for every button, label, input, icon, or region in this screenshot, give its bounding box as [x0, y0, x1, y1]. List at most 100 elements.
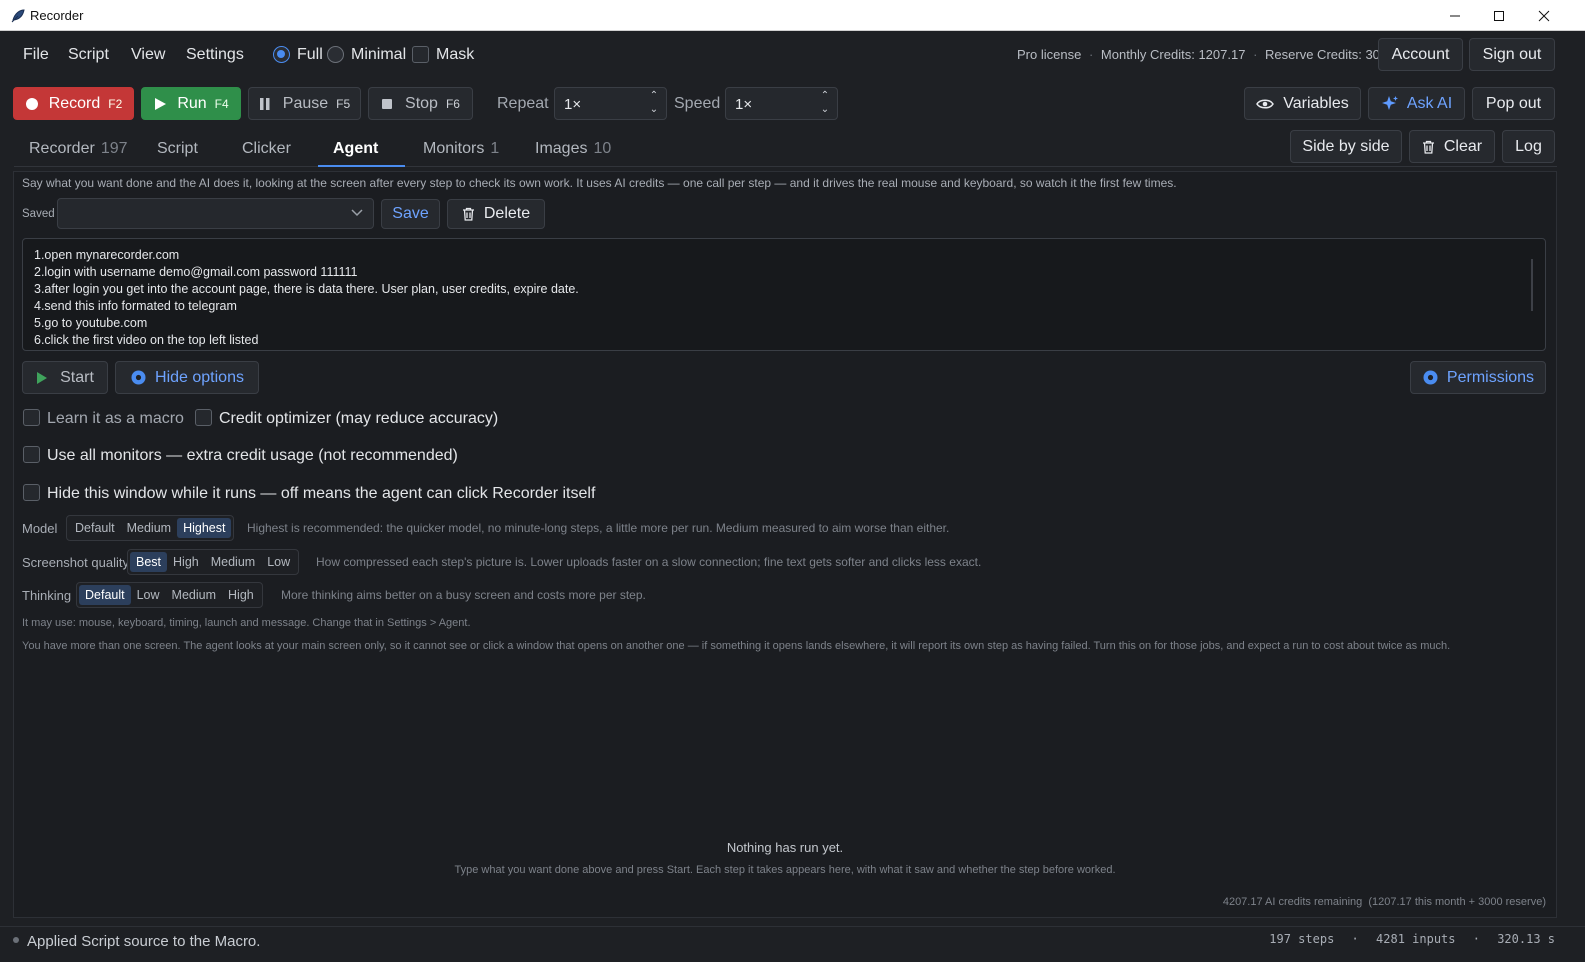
thinking-selector[interactable]: Default Low Medium High: [76, 582, 263, 608]
model-option-medium[interactable]: Medium: [121, 518, 177, 538]
permissions-button[interactable]: Permissions: [1410, 361, 1546, 394]
feather-icon: [11, 9, 25, 23]
credit-optimizer-checkbox[interactable]: [195, 409, 212, 426]
agent-prompt-textarea[interactable]: 1.open mynarecorder.com 2.login with use…: [22, 238, 1546, 351]
quality-option-medium[interactable]: Medium: [205, 552, 261, 572]
pause-shortcut: F5: [336, 96, 351, 111]
menu-settings[interactable]: Settings: [186, 46, 244, 64]
quality-option-high[interactable]: High: [167, 552, 205, 572]
mode-minimal-radio[interactable]: [327, 46, 344, 63]
mode-full-radio[interactable]: [273, 46, 290, 63]
stop-button-label: Stop: [405, 94, 438, 112]
repeat-down-arrow[interactable]: ⌄: [648, 104, 660, 115]
tab-script[interactable]: Script: [157, 140, 198, 158]
speed-spinbox[interactable]: 1× ⌃ ⌄: [725, 87, 838, 120]
minimize-button[interactable]: [1432, 0, 1478, 31]
mode-mask-checkbox[interactable]: [412, 46, 429, 63]
screenshot-quality-selector[interactable]: Best High Medium Low: [127, 549, 300, 575]
speed-up-arrow[interactable]: ⌃: [819, 90, 831, 101]
repeat-label: Repeat: [497, 95, 549, 112]
status-bar: Applied Script source to the Macro. 197 …: [0, 926, 1585, 962]
record-button[interactable]: Record F2: [13, 87, 134, 120]
sign-out-button[interactable]: Sign out: [1469, 38, 1555, 71]
quality-option-low[interactable]: Low: [261, 552, 296, 572]
prompt-line: 5.go to youtube.com: [34, 316, 148, 330]
trash-icon: [462, 207, 474, 221]
status-inputs: 4281 inputs: [1376, 932, 1456, 946]
pause-button[interactable]: Pause F5: [248, 87, 361, 120]
speed-value: 1×: [735, 96, 753, 113]
run-shortcut: F4: [214, 96, 229, 111]
prompt-line: 3.after login you get into the account p…: [34, 282, 579, 296]
mode-minimal-label[interactable]: Minimal: [351, 46, 406, 64]
delete-button[interactable]: Delete: [447, 199, 545, 229]
run-button[interactable]: Run F4: [141, 87, 241, 120]
quality-option-best[interactable]: Best: [130, 552, 168, 572]
menu-file[interactable]: File: [23, 46, 49, 64]
record-button-label: Record: [48, 94, 101, 112]
stop-button[interactable]: Stop F6: [368, 87, 473, 120]
reserve-credits: Reserve Credits: 3000: [1265, 47, 1395, 62]
repeat-spinbox[interactable]: 1× ⌃ ⌄: [554, 87, 667, 120]
record-shortcut: F2: [108, 96, 123, 111]
hide-window-label[interactable]: Hide this window while it runs — off mea…: [47, 485, 595, 503]
hide-window-checkbox[interactable]: [23, 484, 40, 501]
credits-remaining: 4207.17 AI credits remaining (1207.17 th…: [1222, 896, 1546, 908]
thinking-hint: More thinking aims better on a busy scre…: [281, 588, 646, 602]
thinking-option-default[interactable]: Default: [79, 585, 131, 605]
side-by-side-button[interactable]: Side by side: [1290, 130, 1402, 163]
prompt-line: 6.click the first video on the top left …: [34, 333, 259, 347]
stop-shortcut: F6: [445, 96, 460, 111]
thinking-option-high[interactable]: High: [222, 585, 260, 605]
close-button[interactable]: [1521, 0, 1567, 31]
tab-clicker[interactable]: Clicker: [242, 140, 291, 158]
pop-out-button-label: Pop out: [1485, 94, 1542, 112]
learn-macro-label[interactable]: Learn it as a macro: [47, 410, 184, 428]
variables-button-label: Variables: [1283, 94, 1349, 112]
mode-mask-label[interactable]: Mask: [436, 46, 474, 64]
hide-options-button[interactable]: Hide options: [115, 361, 259, 394]
tab-count: 10: [593, 140, 612, 157]
model-hint: Highest is recommended: the quicker mode…: [247, 521, 950, 535]
prompt-scrollbar[interactable]: [1531, 259, 1533, 311]
tab-images[interactable]: Images 10: [535, 140, 611, 158]
clear-button[interactable]: Clear: [1409, 130, 1495, 163]
delete-button-label: Delete: [483, 205, 531, 222]
model-selector[interactable]: Default Medium Highest: [66, 515, 235, 541]
maximize-button[interactable]: [1476, 0, 1522, 31]
account-button[interactable]: Account: [1378, 38, 1463, 71]
menu-script[interactable]: Script: [68, 46, 109, 64]
tab-agent[interactable]: Agent: [333, 140, 378, 158]
mode-full-label[interactable]: Full: [297, 46, 323, 64]
speed-down-arrow[interactable]: ⌄: [819, 104, 831, 115]
tab-monitors[interactable]: Monitors 1: [423, 140, 499, 158]
learn-macro-checkbox[interactable]: [23, 409, 40, 426]
variables-button[interactable]: Variables: [1244, 87, 1361, 120]
model-label: Model: [22, 521, 58, 536]
status-dot-icon: [13, 937, 19, 943]
model-option-default[interactable]: Default: [69, 518, 121, 538]
hide-options-label: Hide options: [155, 368, 244, 386]
all-monitors-checkbox[interactable]: [23, 446, 40, 463]
tab-recorder[interactable]: Recorder 197: [29, 140, 128, 158]
tab-count: 197: [100, 140, 128, 157]
speed-label: Speed: [674, 95, 721, 112]
repeat-up-arrow[interactable]: ⌃: [648, 90, 660, 101]
all-monitors-label[interactable]: Use all monitors — extra credit usage (n…: [47, 447, 458, 465]
model-option-highest[interactable]: Highest: [177, 518, 232, 538]
saved-dropdown[interactable]: [57, 198, 374, 229]
log-button[interactable]: Log: [1502, 130, 1555, 163]
credit-optimizer-label[interactable]: Credit optimizer (may reduce accuracy): [219, 410, 498, 428]
menu-view[interactable]: View: [131, 46, 165, 64]
pop-out-button[interactable]: Pop out: [1472, 87, 1555, 120]
thinking-option-medium[interactable]: Medium: [166, 585, 222, 605]
separator: ·: [1253, 47, 1258, 62]
tab-label: Monitors: [423, 140, 485, 157]
save-button[interactable]: Save: [381, 199, 440, 229]
start-button[interactable]: Start: [22, 361, 108, 394]
permissions-label: Permissions: [1446, 368, 1535, 386]
thinking-option-low[interactable]: Low: [131, 585, 166, 605]
chevron-down-icon: [351, 209, 363, 217]
prompt-line: 4.send this info formated to telegram: [34, 299, 237, 313]
ask-ai-button[interactable]: Ask AI: [1368, 87, 1465, 120]
